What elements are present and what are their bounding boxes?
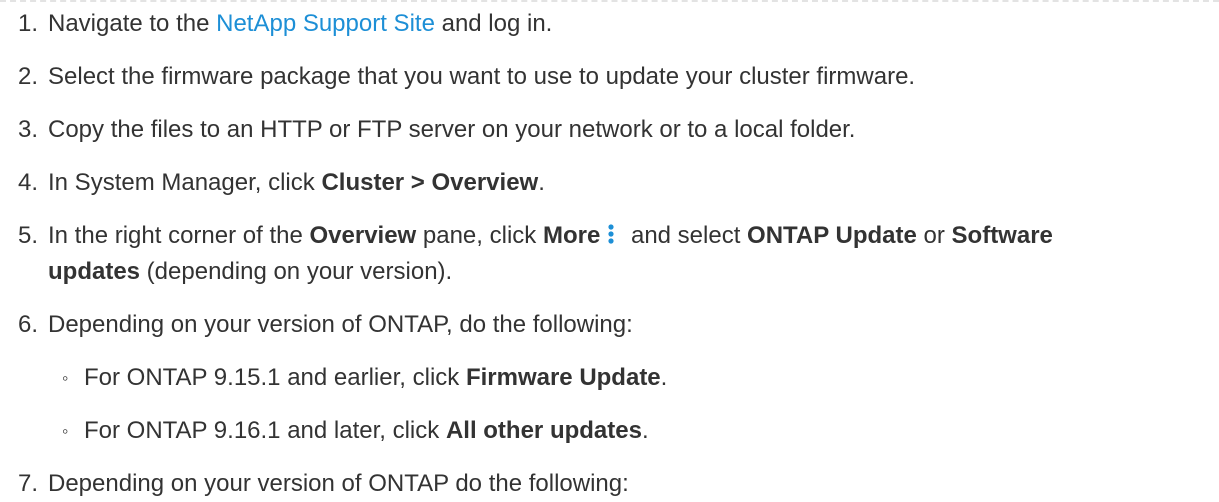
step-text: and select <box>624 222 748 249</box>
step-number: 3. <box>18 116 39 143</box>
step-5: 5. In the right corner of the Overview p… <box>0 218 1219 290</box>
substep-firmware-update: ◦ For ONTAP 9.15.1 and earlier, click Fi… <box>0 360 1219 396</box>
step-text: For ONTAP 9.15.1 and earlier, click <box>84 364 466 391</box>
cluster-overview-label: Cluster > Overview <box>321 169 539 196</box>
bullet-icon: ◦ <box>62 421 69 441</box>
top-dashed-divider <box>0 0 1219 2</box>
step-7: 7. Depending on your version of ONTAP do… <box>0 466 1219 502</box>
step-text: Depending on your version of ONTAP do th… <box>48 470 629 497</box>
step-number: 5. <box>18 222 39 249</box>
step-1: 1. Navigate to the NetApp Support Site a… <box>0 6 1219 42</box>
all-other-updates-label: All other updates <box>445 417 642 444</box>
step-text: Select the firmware package that you wan… <box>48 63 916 90</box>
step-text: Navigate to the <box>48 10 217 37</box>
step-text: pane, click <box>416 222 543 249</box>
step-text: Depending on your version of ONTAP, do t… <box>48 311 633 338</box>
bullet-icon: ◦ <box>62 368 69 388</box>
overview-pane-label: Overview <box>309 222 417 249</box>
firmware-update-label: Firmware Update <box>465 364 661 391</box>
step-6: 6. Depending on your version of ONTAP, d… <box>0 307 1219 343</box>
software-updates-label-cont: updates <box>48 258 141 285</box>
step-text: Copy the files to an HTTP or FTP server … <box>48 116 856 143</box>
step-3: 3. Copy the files to an HTTP or FTP serv… <box>0 112 1219 148</box>
step-4: 4. In System Manager, click Cluster > Ov… <box>0 165 1219 201</box>
step-number: 7. <box>18 470 39 497</box>
step-text: (depending on your version). <box>140 258 453 285</box>
step-text: In System Manager, click <box>48 169 322 196</box>
substep-all-other-updates: ◦ For ONTAP 9.16.1 and later, click All … <box>0 413 1219 449</box>
step-text: or <box>916 222 952 249</box>
netapp-support-site-link[interactable]: NetApp Support Site <box>216 10 435 37</box>
step-text: . <box>538 169 545 196</box>
procedure-steps: 1. Navigate to the NetApp Support Site a… <box>0 6 1219 502</box>
software-updates-label: Software <box>951 222 1053 249</box>
step-number: 1. <box>18 10 39 37</box>
vertical-ellipsis-icon <box>608 224 614 244</box>
more-label: More <box>542 222 601 249</box>
step-text: For ONTAP 9.16.1 and later, click <box>84 417 446 444</box>
step-text: . <box>641 417 649 444</box>
step-number: 6. <box>18 311 39 338</box>
step-text: and log in. <box>434 10 553 37</box>
step-number: 4. <box>18 169 39 196</box>
step-text: In the right corner of the <box>48 222 310 249</box>
step-2: 2. Select the firmware package that you … <box>0 59 1219 95</box>
step-number: 2. <box>18 63 39 90</box>
step-text: . <box>660 364 668 391</box>
ontap-update-label: ONTAP Update <box>747 222 917 249</box>
